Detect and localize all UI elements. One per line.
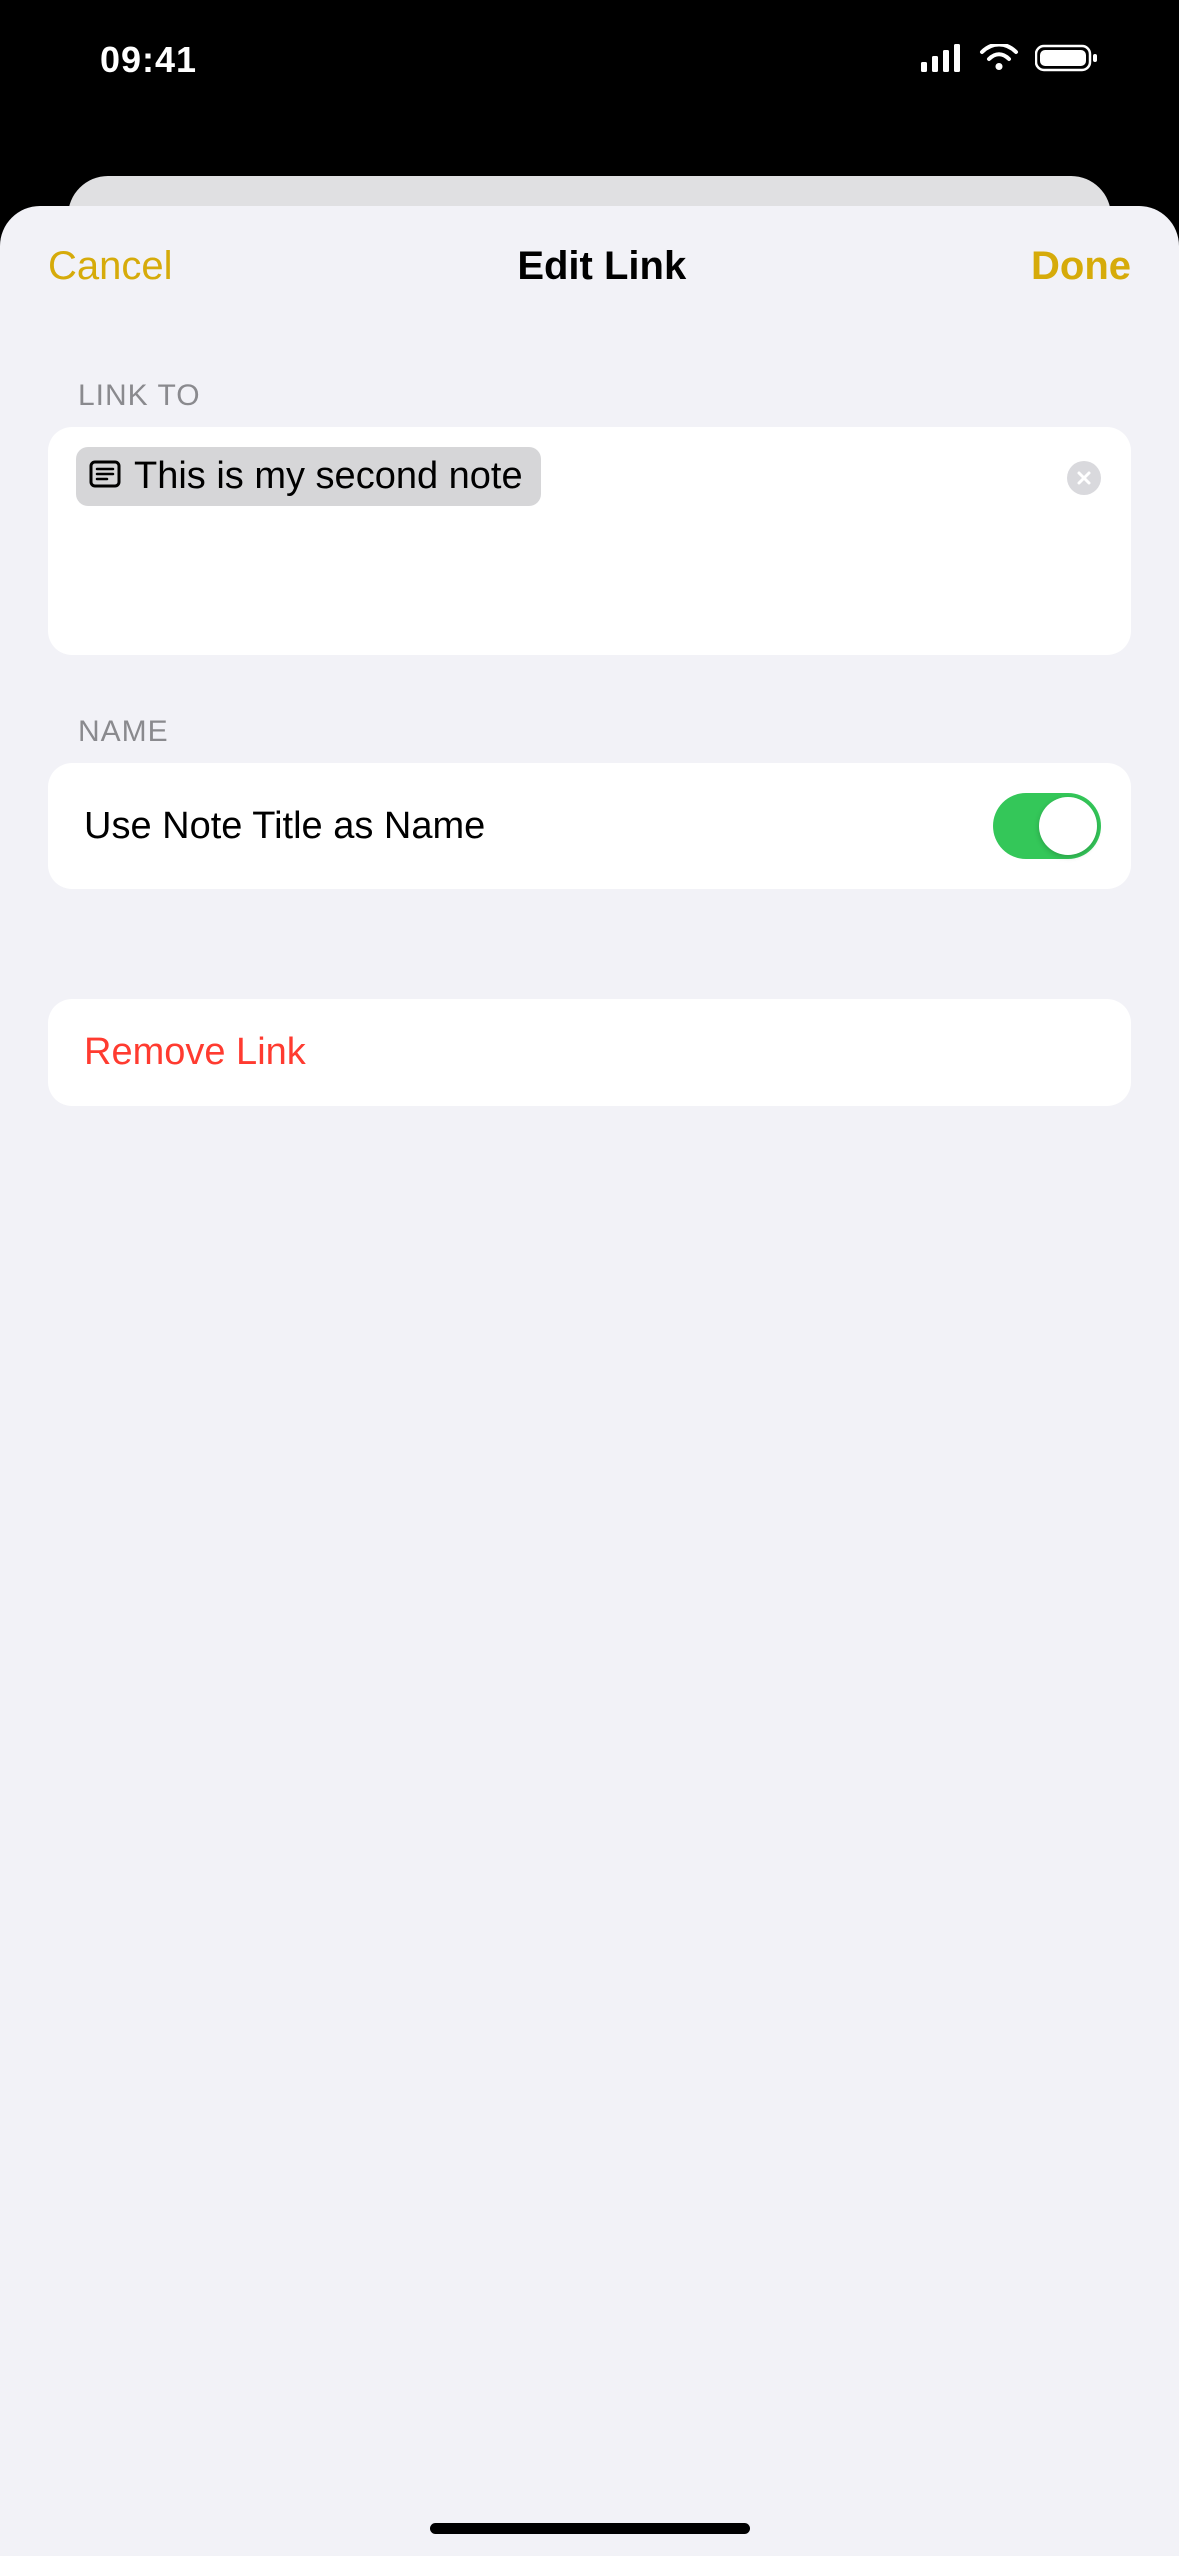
cellular-icon (921, 44, 963, 77)
name-header: Name (48, 655, 1131, 763)
clear-link-button[interactable] (1067, 461, 1101, 495)
done-button[interactable]: Done (1031, 244, 1131, 289)
toggle-knob (1039, 797, 1097, 855)
link-to-section: Link To This is my second note (0, 319, 1179, 655)
sheet-header: Cancel Edit Link Done (0, 206, 1179, 319)
sheet-title: Edit Link (517, 244, 686, 289)
cancel-button[interactable]: Cancel (48, 244, 173, 289)
note-icon (88, 457, 122, 496)
linked-note-label: This is my second note (134, 455, 523, 498)
close-icon (1076, 470, 1092, 486)
wifi-icon (979, 44, 1019, 77)
home-indicator[interactable] (430, 2523, 750, 2534)
use-note-title-row: Use Note Title as Name (48, 763, 1131, 889)
remove-link-button[interactable]: Remove Link (48, 999, 1131, 1106)
remove-link-label: Remove Link (84, 1031, 1095, 1074)
link-to-header: Link To (48, 319, 1131, 427)
name-section: Name Use Note Title as Name (0, 655, 1179, 889)
battery-icon (1035, 44, 1099, 77)
linked-note-chip[interactable]: This is my second note (76, 447, 541, 506)
status-time: 09:41 (100, 39, 197, 81)
use-note-title-label: Use Note Title as Name (84, 805, 485, 848)
edit-link-sheet: Cancel Edit Link Done Link To This is my… (0, 206, 1179, 2556)
status-bar: 09:41 (0, 0, 1179, 120)
remove-link-section: Remove Link (0, 889, 1179, 1106)
status-icons (921, 44, 1099, 77)
use-note-title-toggle[interactable] (993, 793, 1101, 859)
link-to-card[interactable]: This is my second note (48, 427, 1131, 655)
